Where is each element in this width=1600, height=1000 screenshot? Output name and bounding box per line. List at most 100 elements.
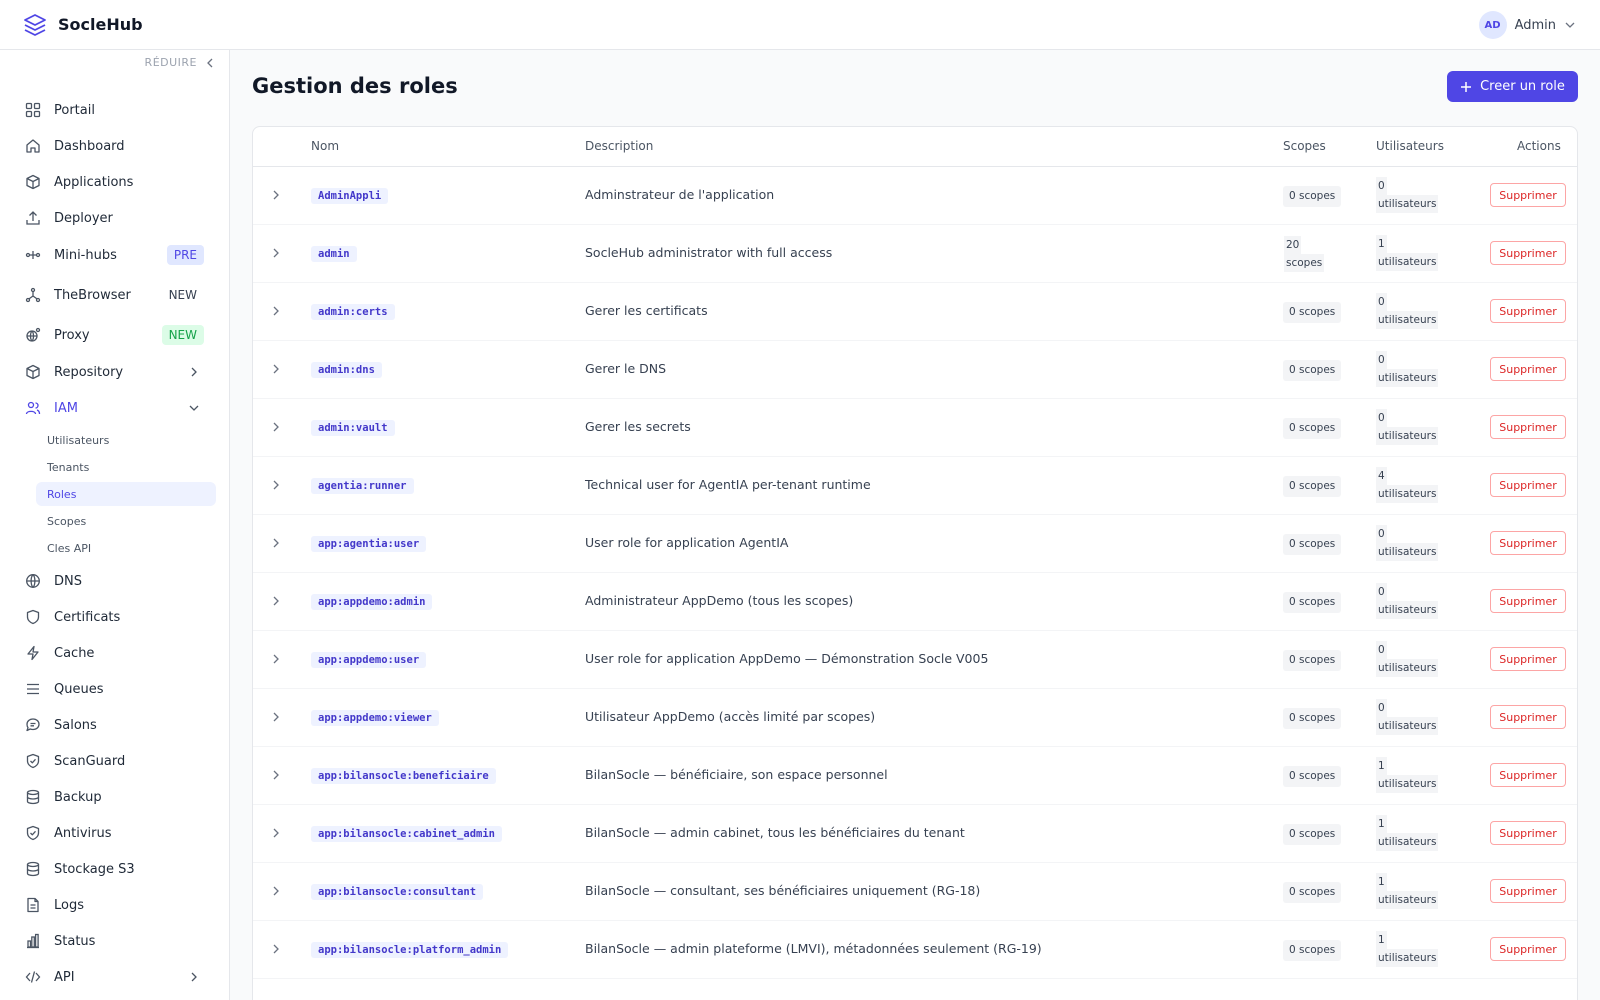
sidebar-sub-cles-api[interactable]: Cles API [36,536,216,560]
delete-role-button[interactable]: Supprimer [1490,415,1566,439]
column-header-scopes[interactable]: Scopes [1283,139,1326,153]
expand-chevron-icon[interactable] [269,188,283,202]
sidebar-item-salons[interactable]: Salons [14,709,216,741]
users-count-badge: 1 utilisateurs [1376,235,1444,271]
delete-role-button[interactable]: Supprimer [1490,763,1566,787]
expand-chevron-icon[interactable] [269,362,283,376]
brand[interactable]: SocleHub [0,12,143,38]
delete-role-button[interactable]: Supprimer [1490,647,1566,671]
delete-role-button[interactable]: Supprimer [1490,241,1566,265]
users-count-badge: 4 utilisateurs [1376,467,1444,503]
user-menu[interactable]: AD Admin [1478,0,1576,50]
sidebar-sub-utilisateurs[interactable]: Utilisateurs [36,428,216,452]
expand-chevron-icon[interactable] [269,246,283,260]
users-unit: utilisateurs [1376,311,1439,329]
sidebar-item-scanguard[interactable]: ScanGuard [14,745,216,777]
create-role-button[interactable]: Creer un role [1447,71,1578,102]
table-row[interactable]: app:bilansocle:cabinet_admin BilanSocle —… [253,805,1577,863]
create-role-label: Creer un role [1480,79,1565,94]
scopes-badge: 0 scopes [1283,186,1342,207]
sidebar-item-deployer[interactable]: Deployer [14,202,216,234]
table-row[interactable]: admin SocleHub administrator with full ac… [253,225,1577,283]
sidebar-item-label: DNS [54,573,82,589]
role-description: SocleHub administrator with full access [585,245,833,260]
users-count: 0 [1376,293,1387,311]
expand-chevron-icon[interactable] [269,768,283,782]
expand-chevron-icon[interactable] [269,826,283,840]
expand-chevron-icon[interactable] [269,420,283,434]
delete-role-button[interactable]: Supprimer [1490,937,1566,961]
delete-role-button[interactable]: Supprimer [1490,531,1566,555]
table-row[interactable]: app:bilansocle:consultant BilanSocle — co… [253,863,1577,921]
delete-role-button[interactable]: Supprimer [1490,879,1566,903]
sidebar-item-thebrowser[interactable]: TheBrowser NEW [14,279,216,311]
sidebar-item-cache[interactable]: Cache [14,637,216,669]
sidebar-item-portail[interactable]: Portail [14,94,216,126]
table-row[interactable]: app:agentia:user User role for applicatio… [253,515,1577,573]
users-count-badge: 0 utilisateurs [1376,351,1444,387]
sidebar-sub-roles[interactable]: Roles [36,482,216,506]
table-row[interactable]: app:bilansocle:platform_admin BilanSocle … [253,921,1577,979]
users-count-badge: 0 utilisateurs [1376,177,1444,213]
expand-chevron-icon[interactable] [269,884,283,898]
sidebar-item-antivirus[interactable]: Antivirus [14,817,216,849]
sidebar-item-dns[interactable]: DNS [14,565,216,597]
sidebar-item-dashboard[interactable]: Dashboard [14,130,216,162]
sidebar-item-api[interactable]: API [14,961,216,993]
delete-role-button[interactable]: Supprimer [1490,821,1566,845]
sidebar-sub-tenants[interactable]: Tenants [36,455,216,479]
expand-chevron-icon[interactable] [269,478,283,492]
delete-role-button[interactable]: Supprimer [1490,357,1566,381]
users-count: 1 [1376,235,1387,253]
table-row[interactable]: admin:certs Gerer les certificats 0 scopes… [253,283,1577,341]
sidebar-item-repository[interactable]: Repository [14,356,216,388]
sidebar-item-certificats[interactable]: Certificats [14,601,216,633]
table-row[interactable]: app:appdemo:viewer Utilisateur AppDemo (a… [253,689,1577,747]
table-row[interactable]: app:appdemo:admin Administrateur AppDemo … [253,573,1577,631]
sidebar-item-backup[interactable]: Backup [14,781,216,813]
users-count: 0 [1376,409,1387,427]
expand-chevron-icon[interactable] [269,304,283,318]
delete-role-button[interactable]: Supprimer [1490,705,1566,729]
table-row[interactable]: app:bilansocle:beneficiaire BilanSocle — … [253,747,1577,805]
table-row[interactable]: admin:dns Gerer le DNS 0 scopes 0 utilisateu… [253,341,1577,399]
sidebar-item-mini-hubs[interactable]: Mini-hubs PRE [14,239,216,271]
sidebar-item-status[interactable]: Status [14,925,216,957]
scopes-badge: 0 scopes [1283,824,1342,845]
sidebar-item-label: Cache [54,645,95,661]
expand-chevron-icon[interactable] [269,942,283,956]
users-icon [24,399,42,417]
expand-chevron-icon[interactable] [269,536,283,550]
role-name: app:agentia:user [311,536,427,552]
sidebar-sub-scopes[interactable]: Scopes [36,509,216,533]
collapse-sidebar-button[interactable]: RÉDUIRE [145,56,215,69]
column-header-users[interactable]: Utilisateurs [1376,139,1444,153]
network-icon [24,286,42,304]
delete-role-button[interactable]: Supprimer [1490,473,1566,497]
users-count: 0 [1376,177,1387,195]
chevron-right-icon [188,366,200,378]
expand-chevron-icon[interactable] [269,652,283,666]
sidebar-item-stockage-s3[interactable]: Stockage S3 [14,853,216,885]
column-header-name[interactable]: Nom [311,139,339,153]
sidebar-item-queues[interactable]: Queues [14,673,216,705]
expand-chevron-icon[interactable] [269,594,283,608]
table-row[interactable]: admin:vault Gerer les secrets 0 scopes 0 uti… [253,399,1577,457]
shield-check-icon [24,752,42,770]
expand-chevron-icon[interactable] [269,710,283,724]
delete-role-button[interactable]: Supprimer [1490,589,1566,613]
role-description: Utilisateur AppDemo (accès limité par sc… [585,709,876,724]
table-row[interactable]: AdminAppli Adminstrateur de l'application… [253,167,1577,225]
table-row[interactable]: agentia:runner Technical user for AgentIA… [253,457,1577,515]
sidebar-item-proxy[interactable]: Proxy NEW [14,319,216,351]
sidebar-item-applications[interactable]: Applications [14,166,216,198]
users-count: 1 [1376,815,1387,833]
column-header-description[interactable]: Description [585,139,653,153]
table-row[interactable]: app:appdemo:user User role for applicatio… [253,631,1577,689]
delete-role-button[interactable]: Supprimer [1490,183,1566,207]
sidebar-item-iam[interactable]: IAM [14,392,216,424]
sidebar-item-label: Stockage S3 [54,861,135,877]
delete-role-button[interactable]: Supprimer [1490,299,1566,323]
sidebar-item-logs[interactable]: Logs [14,889,216,921]
sidebar-item-label: Status [54,933,96,949]
